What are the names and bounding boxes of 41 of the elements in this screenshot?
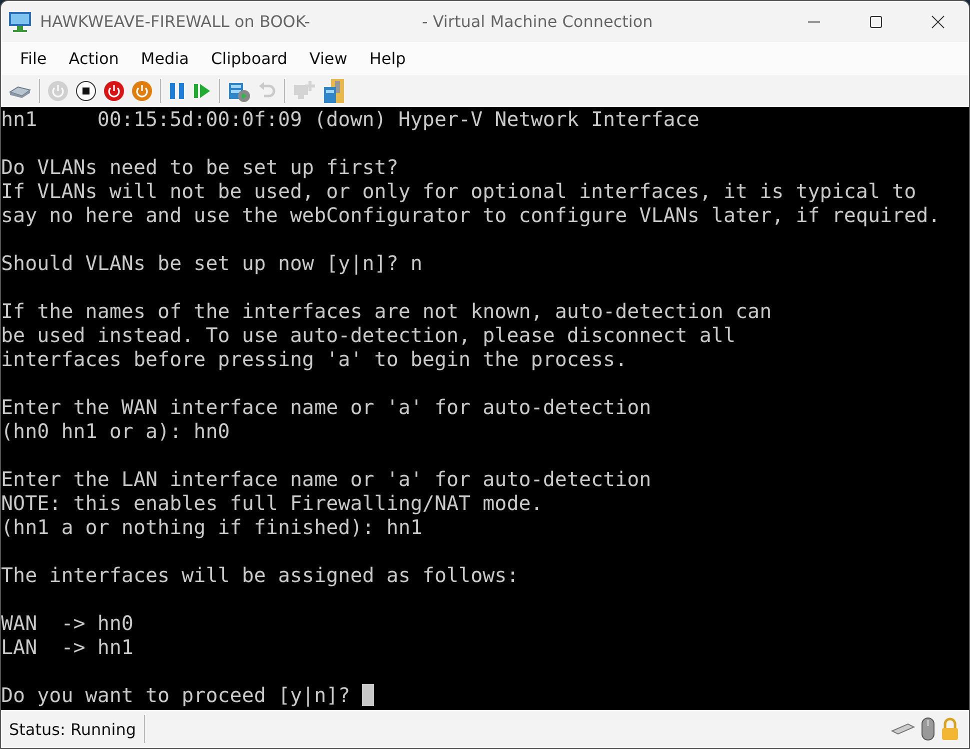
console-line: interfaces before pressing 'a' to begin the process.	[1, 347, 628, 371]
console-line: Do you want to proceed [y|n]?	[1, 683, 352, 707]
pause-icon	[168, 81, 186, 101]
maximize-icon	[869, 14, 883, 28]
menu-item[interactable]: Clipboard	[200, 49, 298, 68]
mouse-icon	[921, 717, 935, 741]
monitor-icon	[8, 10, 32, 32]
console-line: The interfaces will be assigned as follows:	[1, 563, 519, 587]
keyboard-icon	[891, 723, 915, 735]
console-screen[interactable]	[1, 107, 969, 710]
status-text: Status: Running	[8, 720, 138, 738]
console-line: NOTE: this enables full Firewalling/NAT mode.	[1, 491, 543, 515]
console-line: Enter the LAN interface name or 'a' for auto-detection	[1, 467, 652, 491]
power-icon	[47, 80, 69, 102]
window-title: HAWKWEAVE-FIREWALL on BOOK-	[40, 12, 310, 31]
console-line: (hn1 a or nothing if finished): hn1	[1, 515, 422, 539]
share-icon	[322, 78, 346, 104]
console-line: If the names of the interfaces are not known, auto-detection can	[1, 299, 772, 323]
minimize-icon	[807, 20, 821, 22]
console-line: WAN -> hn0	[1, 611, 134, 635]
console-line: If VLANs will not be used, or only for optional interfaces, it is typical to	[1, 179, 916, 203]
console-line: LAN -> hn1	[1, 635, 134, 659]
close-icon	[931, 14, 945, 28]
power-icon	[131, 80, 153, 102]
menu-item[interactable]: Help	[358, 49, 417, 68]
console-line: Should VLANs be set up now [y|n]? n	[1, 251, 422, 275]
menu-item[interactable]: Media	[130, 49, 200, 68]
console-line: hn1 00:15:5d:00:0f:09 (down) Hyper-V Network Interface	[1, 107, 700, 131]
console-line: say no here and use the webConfigurator to configure VLANs later, if required.	[1, 203, 940, 227]
window-title-suffix: - Virtual Machine Connection	[422, 12, 653, 31]
console-line: (hn0 hn1 or a): hn0	[1, 419, 230, 443]
console-line: Enter the WAN interface name or 'a' for auto-detection	[1, 395, 652, 419]
play-icon	[192, 81, 212, 101]
console-line: Do VLANs need to be set up first?	[1, 155, 398, 179]
console-line: be used instead. To use auto-detection, please disconnect all	[1, 323, 736, 347]
padlock-icon	[941, 717, 959, 741]
menu-item[interactable]: Action	[58, 49, 130, 68]
power-icon	[103, 80, 125, 102]
stop-icon	[75, 80, 97, 102]
menu-item[interactable]: View	[298, 49, 358, 68]
menu-item[interactable]: File	[9, 49, 58, 68]
